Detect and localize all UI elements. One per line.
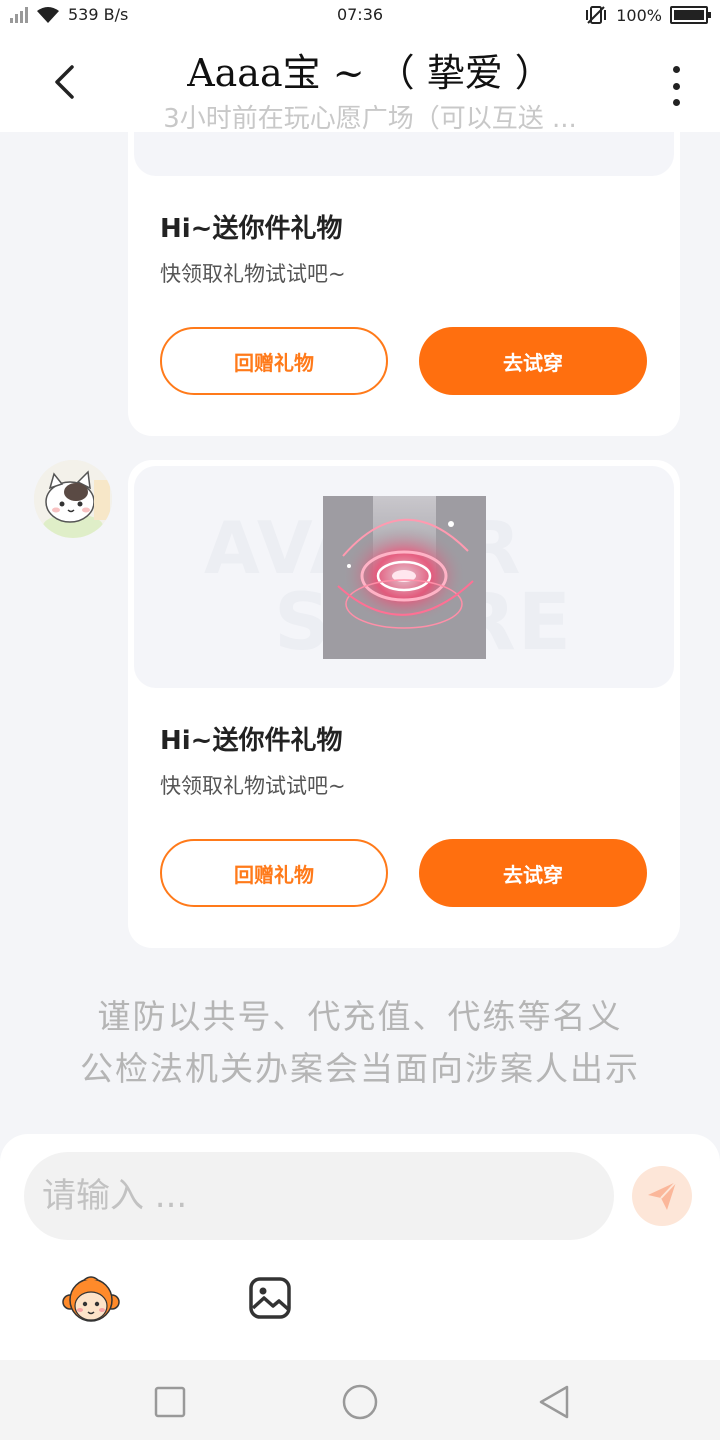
magic-circle-icon [337,496,474,629]
chevron-left-icon [55,65,74,99]
safety-notice-line1: 谨防以共号、代充值、代练等名义 [97,997,623,1036]
gift-image-area: AVATAR STORE [134,466,674,688]
message-list[interactable]: Hi~送你件礼物 快领取礼物试试吧~ 回赠礼物 去试穿 AVATAR STORE [0,132,720,1134]
message-input[interactable] [24,1152,614,1240]
home-button[interactable] [340,1382,380,1422]
back-button[interactable] [44,60,84,104]
status-right: 100% [584,5,711,25]
avatar[interactable] [34,460,112,538]
more-dot-icon [672,82,680,90]
page-title: Aaaa宝 ~ （ 挚爱 ） [187,51,553,95]
vibrate-off-icon [586,6,607,24]
gift-message-card: Hi~送你件礼物 快领取礼物试试吧~ 回赠礼物 去试穿 [128,132,680,436]
more-dot-icon [672,99,680,106]
back-nav-button[interactable] [534,1382,574,1422]
image-icon [249,1277,291,1319]
square-icon [154,1386,186,1418]
emoji-button[interactable] [62,1274,120,1324]
triangle-back-icon [539,1385,569,1419]
chat-header: Aaaa宝 ~ （ 挚爱 ） 3小时前在玩心愿广场（可以互送 ... [0,32,720,134]
gift-image-area [134,132,674,176]
battery-icon [670,6,711,24]
circle-icon [342,1384,378,1420]
return-gift-button[interactable]: 回赠礼物 [160,839,388,907]
gift-description: 快领取礼物试试吧~ [160,262,346,286]
page-subtitle: 3小时前在玩心愿广场（可以互送 ... [163,104,577,134]
image-picker-button[interactable] [248,1276,292,1320]
more-options-button[interactable] [664,66,688,106]
more-dot-icon [672,66,680,73]
recents-button[interactable] [150,1382,190,1422]
cat-avatar-icon [34,460,112,538]
system-nav-bar [0,1360,720,1440]
gift-heading: Hi~送你件礼物 [160,214,343,244]
paper-plane-icon [648,1181,677,1210]
gift-heading: Hi~送你件礼物 [160,726,343,756]
composer [0,1134,720,1360]
gift-description: 快领取礼物试试吧~ [160,774,346,798]
gift-message-card: AVATAR STORE [128,460,680,948]
return-gift-button[interactable]: 回赠礼物 [160,327,388,395]
battery-percent: 100% [616,5,662,25]
send-button[interactable] [632,1166,692,1226]
try-on-button[interactable]: 去试穿 [419,839,647,907]
status-bar: 539 B/s 07:36 100% [0,0,720,32]
monkey-face-icon [62,1276,120,1322]
safety-notice-line2: 公检法机关办案会当面向涉案人出示 [80,1049,640,1088]
gift-image[interactable] [323,496,486,659]
try-on-button[interactable]: 去试穿 [419,327,647,395]
